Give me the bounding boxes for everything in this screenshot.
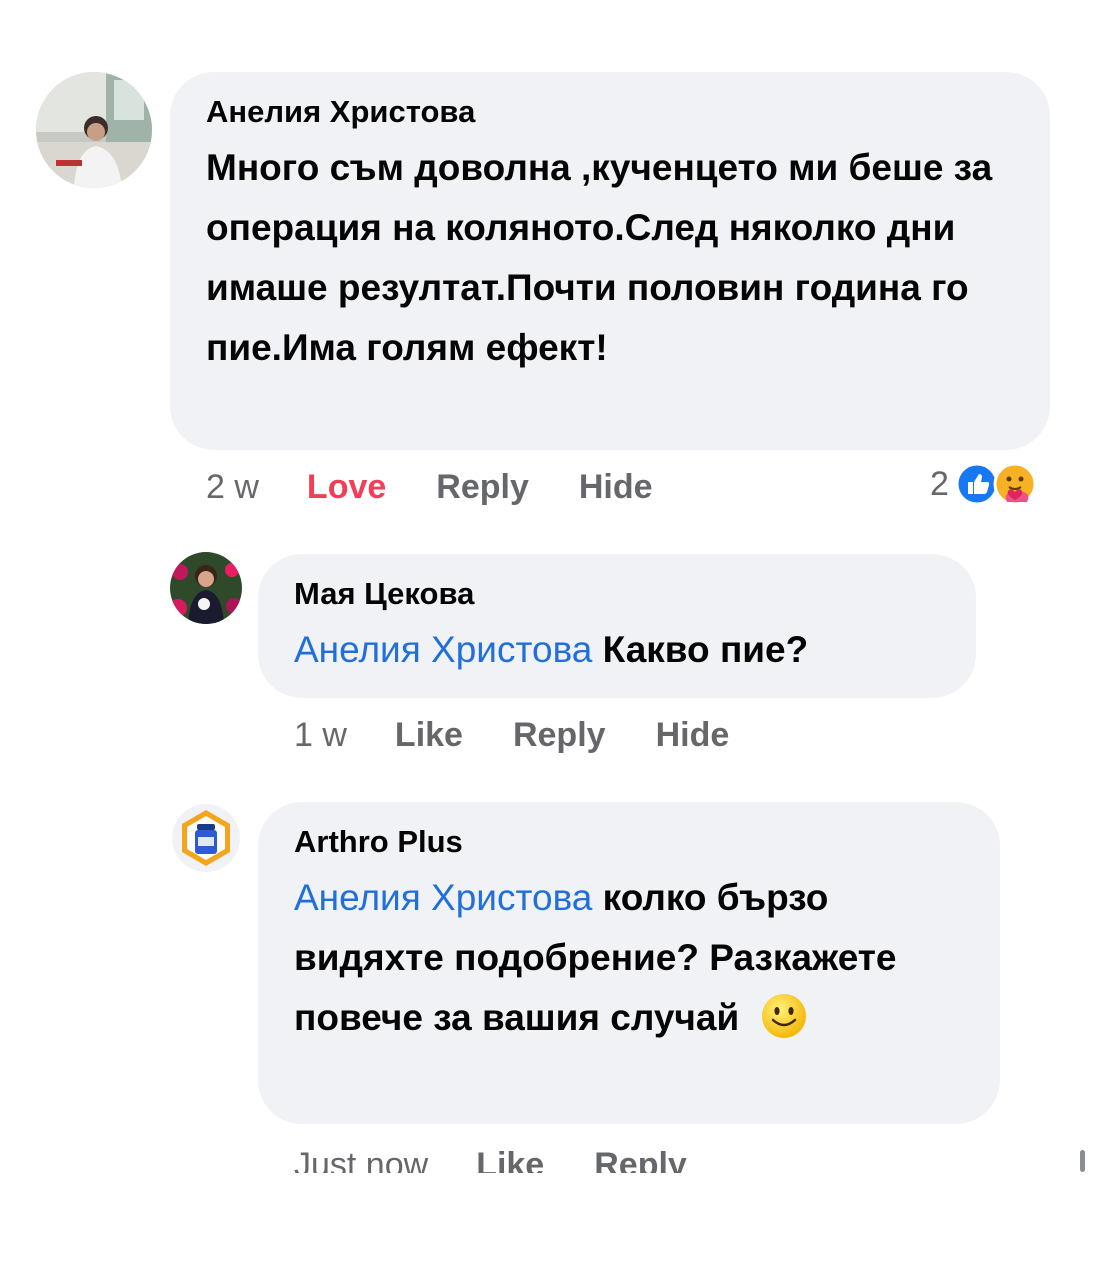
reply-button[interactable]: Reply [436,468,529,507]
comment-bubble: Мая Цекова Анелия Христова Какво пие? [258,554,976,698]
mention-link[interactable]: Анелия Христова [294,877,592,918]
hide-button[interactable]: Hide [656,716,730,755]
comment-bubble: Анелия Христова Много съм доволна ,кучен… [170,72,1050,450]
avatar-anelia[interactable] [36,72,152,188]
mention-link[interactable]: Анелия Христова [294,629,592,670]
comment-body: Какво пие? [592,629,809,670]
comment-bubble: Arthro Plus Анелия Христова колко бързо … [258,802,1000,1124]
comment-text: Много съм доволна ,кученцето ми беше за … [206,147,993,368]
reaction-summary[interactable]: 2 [930,462,1037,506]
avatar-maya[interactable] [170,552,242,624]
hide-button[interactable]: Hide [579,468,653,507]
comment-author[interactable]: Мая Цекова [294,576,940,612]
reaction-count: 2 [930,464,949,503]
comment-timestamp[interactable]: 2 w [206,468,259,507]
like-button[interactable]: Like [395,716,463,755]
care-icon [993,462,1037,506]
comment-actions: 1 w Like Reply Hide [294,716,779,755]
avatar-arthro-plus[interactable] [172,804,240,872]
comment-author[interactable]: Анелия Христова [206,94,1014,130]
comment-timestamp[interactable]: 1 w [294,716,347,755]
comment-text: Анелия Христова Какво пие? [294,620,940,680]
smile-emoji-icon [760,992,808,1040]
love-reaction-button[interactable]: Love [307,468,386,507]
avatar-photo [170,552,242,624]
comment-author[interactable]: Arthro Plus [294,824,964,860]
reply-button[interactable]: Reply [513,716,606,755]
screenshot-crop-edge [0,1173,1097,1280]
comment-text: Анелия Христова колко бързо видяхте подо… [294,868,964,1048]
scrollbar[interactable] [1080,1150,1085,1172]
brand-logo-icon [173,805,239,871]
avatar-photo [36,72,152,188]
comment-actions: 2 w Love Reply Hide [206,468,703,507]
